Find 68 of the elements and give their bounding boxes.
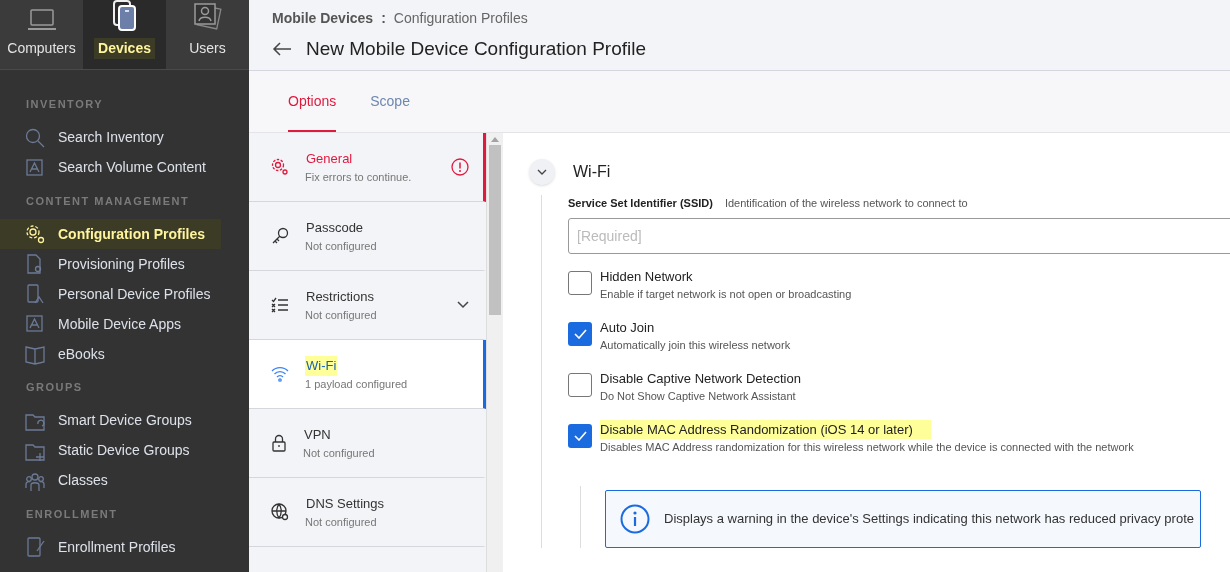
section-title: Wi-Fi [573, 162, 611, 182]
breadcrumb-link[interactable]: Mobile Devices [272, 8, 374, 29]
option-label: Disable Captive Network Detection [600, 369, 802, 388]
sidebar-item[interactable]: Provisioning Profiles [0, 249, 221, 279]
user-cards-icon [192, 2, 223, 32]
section-heading: ENROLLMENT [25, 506, 119, 522]
sidebar-item[interactable]: eBooks [0, 339, 221, 369]
field-description: Identification of the wireless network to connect to [724, 196, 968, 211]
wifi-icon [271, 366, 289, 382]
phone-hand-icon [24, 283, 46, 305]
option-description: Enable if target network is not open or broadcasting [600, 287, 852, 302]
gear-icon [271, 158, 289, 176]
section-heading: INVENTORY [25, 97, 105, 112]
section-heading: GROUPS [25, 380, 84, 395]
option-description: Automatically join this wireless network [600, 338, 791, 353]
page-title: New Mobile Device Configuration Profile [306, 37, 647, 61]
breadcrumb-current: Configuration Profiles [393, 9, 528, 28]
collapse-toggle[interactable] [529, 159, 555, 185]
nav-tab[interactable]: Computers [0, 0, 83, 69]
nav-tab[interactable]: Users [166, 0, 249, 69]
option-description: Disables MAC Address randomization for this wireless network while the device is connected with the network [600, 440, 1134, 455]
app-store-icon [24, 313, 46, 335]
back-arrow-icon[interactable] [272, 42, 292, 57]
laptop-icon [26, 8, 57, 32]
sidebar-item[interactable]: Search Inventory [0, 122, 221, 153]
chevron-down-icon [537, 169, 547, 175]
sidebar-item[interactable]: Static Device Groups [0, 435, 221, 466]
gear-icon [24, 223, 46, 245]
option-description: Do Not Show Captive Network Assistant [600, 389, 797, 404]
sidebar-item[interactable]: Smart Device Groups [0, 405, 221, 436]
error-icon [451, 158, 469, 176]
nav-tab[interactable]: Devices [83, 0, 166, 69]
field-label: Service Set Identifier (SSID) [568, 196, 713, 211]
chevron-down-icon[interactable] [457, 301, 469, 309]
payload-item[interactable]: Wi-Fi 1 payload configured [249, 340, 486, 409]
info-icon [620, 503, 650, 534]
sidebar-item[interactable]: Enrollment Profiles [0, 532, 221, 562]
key-icon [271, 227, 289, 245]
payload-item[interactable]: General Fix errors to continue. [249, 133, 486, 202]
option-label: Disable MAC Address Randomization (iOS 14 or later) [600, 419, 931, 439]
breadcrumb-separator: : [381, 9, 386, 28]
book-icon [24, 343, 46, 365]
section-heading: CONTENT MANAGEMENT [25, 193, 191, 209]
ssid-input-field[interactable]: [Required] [568, 217, 1230, 254]
checkbox[interactable] [568, 270, 592, 295]
sidebar-item[interactable]: Classes [0, 465, 221, 496]
option-label: Auto Join [600, 318, 656, 337]
checkbox[interactable] [568, 423, 592, 448]
info-text: Displays a warning in the device's Settings indicating this network has reduced privacy prote [664, 509, 1195, 528]
checkmark-icon [573, 430, 587, 441]
app-store-icon [24, 156, 46, 179]
tablet-icon [111, 0, 138, 32]
search-icon [24, 126, 46, 149]
scrollbar-thumb[interactable] [489, 145, 501, 315]
globe-gear-icon [271, 503, 289, 521]
sidebar-item[interactable]: Mobile Device Apps [0, 309, 221, 339]
option-label: Hidden Network [600, 267, 694, 286]
checkmark-icon [573, 328, 587, 339]
checklist-icon [271, 297, 289, 313]
phone-pencil-icon [24, 536, 46, 558]
sidebar-item[interactable]: Personal Device Profiles [0, 279, 221, 309]
checkbox[interactable] [568, 321, 592, 346]
sidebar-item[interactable]: Configuration Profiles [0, 219, 221, 249]
tab[interactable]: Scope [370, 70, 410, 132]
scrollbar[interactable] [487, 133, 503, 572]
lock-icon [271, 434, 287, 452]
checkbox[interactable] [568, 372, 592, 397]
sidebar-item[interactable]: Search Volume Content [0, 152, 221, 183]
